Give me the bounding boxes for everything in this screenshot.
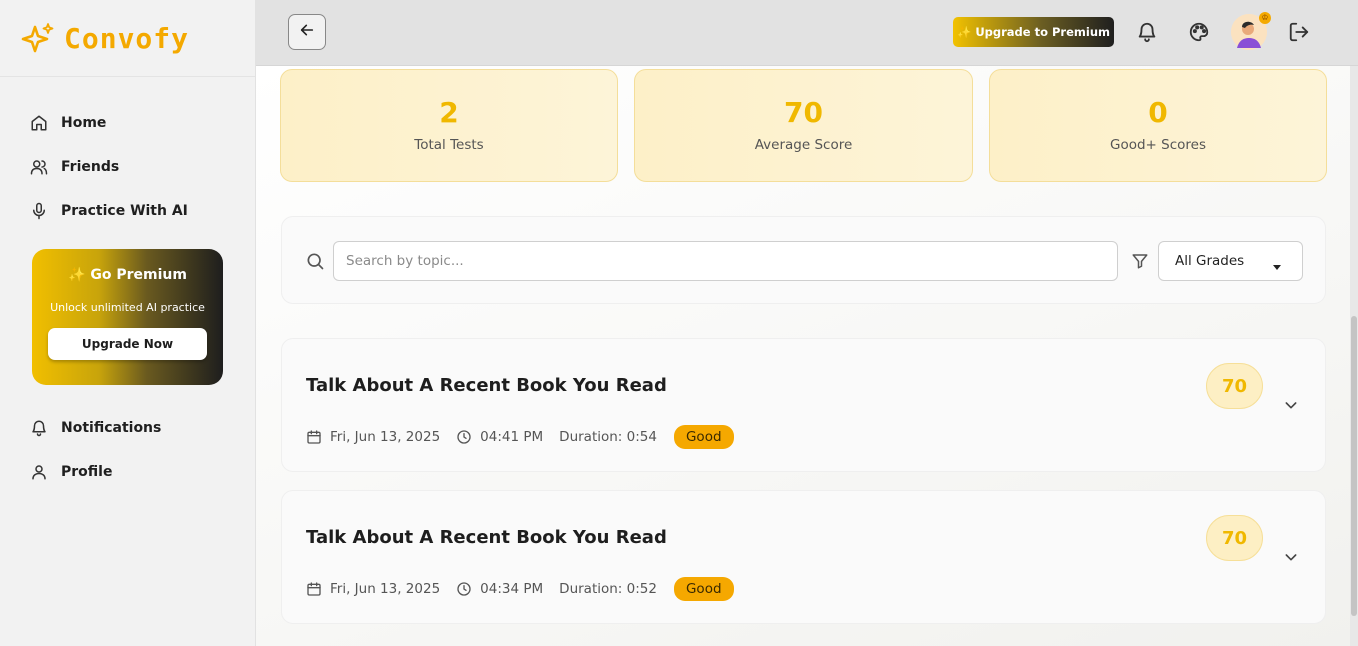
main-content: 2 Total Tests 70 Average Score 0 Good+ S…: [256, 66, 1350, 646]
sidebar-item-label: Practice With AI: [61, 203, 188, 219]
stat-label: Good+ Scores: [1110, 137, 1206, 153]
back-button[interactable]: [288, 14, 326, 50]
secondary-nav: Notifications Profile: [0, 406, 256, 494]
users-icon: [29, 157, 49, 177]
scrollbar[interactable]: [1350, 66, 1358, 646]
home-icon: [29, 113, 49, 133]
brand-name: Convofy: [64, 21, 190, 55]
upgrade-premium-button[interactable]: ✨ Upgrade to Premium: [953, 17, 1114, 47]
logout-icon[interactable]: [1287, 20, 1311, 44]
test-date: Fri, Jun 13, 2025: [330, 581, 441, 597]
crown-badge-icon: ♔: [1259, 12, 1271, 24]
filter-bar: All Grades: [281, 216, 1326, 304]
grade-badge: Good: [673, 577, 734, 601]
chevron-down-icon[interactable]: [1281, 395, 1301, 415]
premium-card: ✨ Go Premium Unlock unlimited AI practic…: [32, 249, 223, 385]
back-arrow-icon: [299, 22, 315, 42]
sidebar-item-label: Notifications: [61, 420, 162, 436]
microphone-icon: [29, 201, 49, 221]
clock-icon: [456, 581, 472, 597]
premium-subtitle: Unlock unlimited AI practice: [50, 301, 205, 314]
grade-select-value: All Grades: [1175, 253, 1245, 269]
stat-value: 2: [439, 96, 459, 129]
score-badge: 70: [1206, 363, 1263, 409]
test-time: 04:34 PM: [480, 581, 544, 597]
topbar: ✨ Upgrade to Premium ♔: [256, 0, 1358, 66]
brand[interactable]: Convofy: [0, 0, 255, 77]
stat-label: Total Tests: [414, 137, 484, 153]
stat-value: 0: [1148, 96, 1168, 129]
sidebar-item-profile[interactable]: Profile: [0, 450, 256, 494]
test-time: 04:41 PM: [480, 429, 544, 445]
calendar-icon: [306, 429, 322, 445]
stat-value: 70: [784, 96, 823, 129]
test-meta: Fri, Jun 13, 2025 04:34 PM Duration: 0:5…: [306, 577, 734, 601]
search-input[interactable]: [333, 241, 1118, 281]
search-icon: [305, 251, 325, 275]
caret-down-icon: [1272, 259, 1282, 275]
premium-title: ✨ Go Premium: [68, 267, 187, 283]
test-title: Talk About A Recent Book You Read: [306, 375, 667, 396]
grade-badge: Good: [673, 425, 734, 449]
sidebar-item-notifications[interactable]: Notifications: [0, 406, 256, 450]
clock-icon: [456, 429, 472, 445]
chevron-down-icon[interactable]: [1281, 547, 1301, 567]
main-nav: Home Friends Practice With AI: [0, 77, 255, 233]
bell-icon: [29, 418, 49, 438]
user-icon: [29, 462, 49, 482]
score-badge: 70: [1206, 515, 1263, 561]
upgrade-now-button[interactable]: Upgrade Now: [48, 328, 207, 360]
test-date: Fri, Jun 13, 2025: [330, 429, 441, 445]
stat-total-tests: 2 Total Tests: [280, 69, 618, 182]
stat-average-score: 70 Average Score: [634, 69, 973, 182]
test-meta: Fri, Jun 13, 2025 04:41 PM Duration: 0:5…: [306, 425, 734, 449]
sidebar-item-label: Friends: [61, 159, 120, 175]
bell-icon[interactable]: [1135, 20, 1159, 44]
sidebar-item-label: Home: [61, 115, 107, 131]
test-card[interactable]: Talk About A Recent Book You Read Fri, J…: [281, 490, 1326, 624]
sidebar: Convofy Home Friends Practice With AI ✨ …: [0, 0, 256, 646]
avatar[interactable]: ♔: [1231, 12, 1271, 50]
stat-label: Average Score: [754, 137, 853, 153]
sidebar-item-label: Profile: [61, 464, 113, 480]
sidebar-item-practice[interactable]: Practice With AI: [0, 189, 255, 233]
sidebar-item-friends[interactable]: Friends: [0, 145, 255, 189]
sidebar-item-home[interactable]: Home: [0, 101, 255, 145]
scrollbar-thumb[interactable]: [1351, 316, 1357, 616]
palette-icon[interactable]: [1187, 20, 1211, 44]
test-card[interactable]: Talk About A Recent Book You Read Fri, J…: [281, 338, 1326, 472]
sparkle-icon: [20, 20, 56, 56]
grade-select[interactable]: All Grades: [1158, 241, 1303, 281]
test-title: Talk About A Recent Book You Read: [306, 527, 667, 548]
calendar-icon: [306, 581, 322, 597]
filter-icon: [1131, 252, 1149, 274]
stat-good-scores: 0 Good+ Scores: [989, 69, 1327, 182]
test-duration: Duration: 0:54: [559, 429, 657, 445]
test-duration: Duration: 0:52: [559, 581, 657, 597]
